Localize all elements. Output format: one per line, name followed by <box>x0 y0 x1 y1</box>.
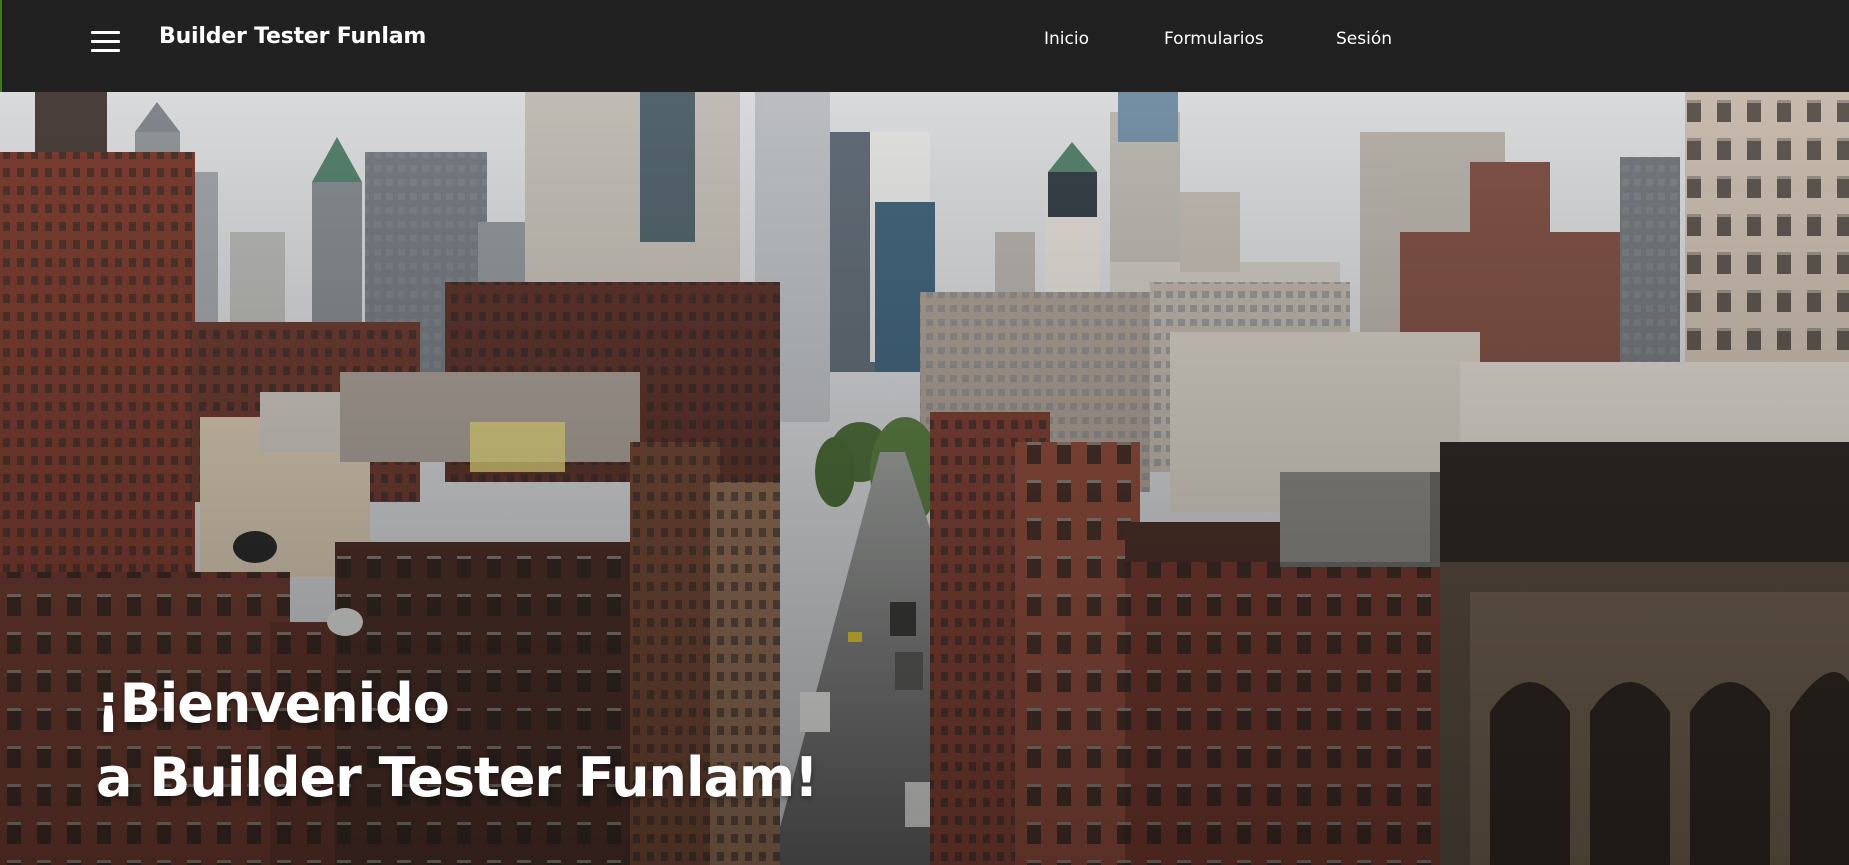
top-navbar: Builder Tester Funlam Inicio Formularios… <box>0 0 1849 92</box>
nav-link-formularios[interactable]: Formularios <box>1164 29 1264 49</box>
hamburger-bar <box>91 31 120 34</box>
hamburger-menu-icon[interactable] <box>91 28 121 54</box>
nav-link-sesion[interactable]: Sesión <box>1336 29 1392 49</box>
brand-title[interactable]: Builder Tester Funlam <box>159 24 426 49</box>
hero-heading: ¡Bienvenido a Builder Tester Funlam! <box>96 667 819 815</box>
hero-section: ¡Bienvenido a Builder Tester Funlam! <box>0 92 1849 865</box>
nav-link-inicio[interactable]: Inicio <box>1044 29 1089 49</box>
hamburger-bar <box>91 40 120 43</box>
hero-heading-line2: a Builder Tester Funlam! <box>96 746 819 809</box>
hamburger-bar <box>91 49 120 52</box>
hero-heading-line1: ¡Bienvenido <box>96 672 450 735</box>
